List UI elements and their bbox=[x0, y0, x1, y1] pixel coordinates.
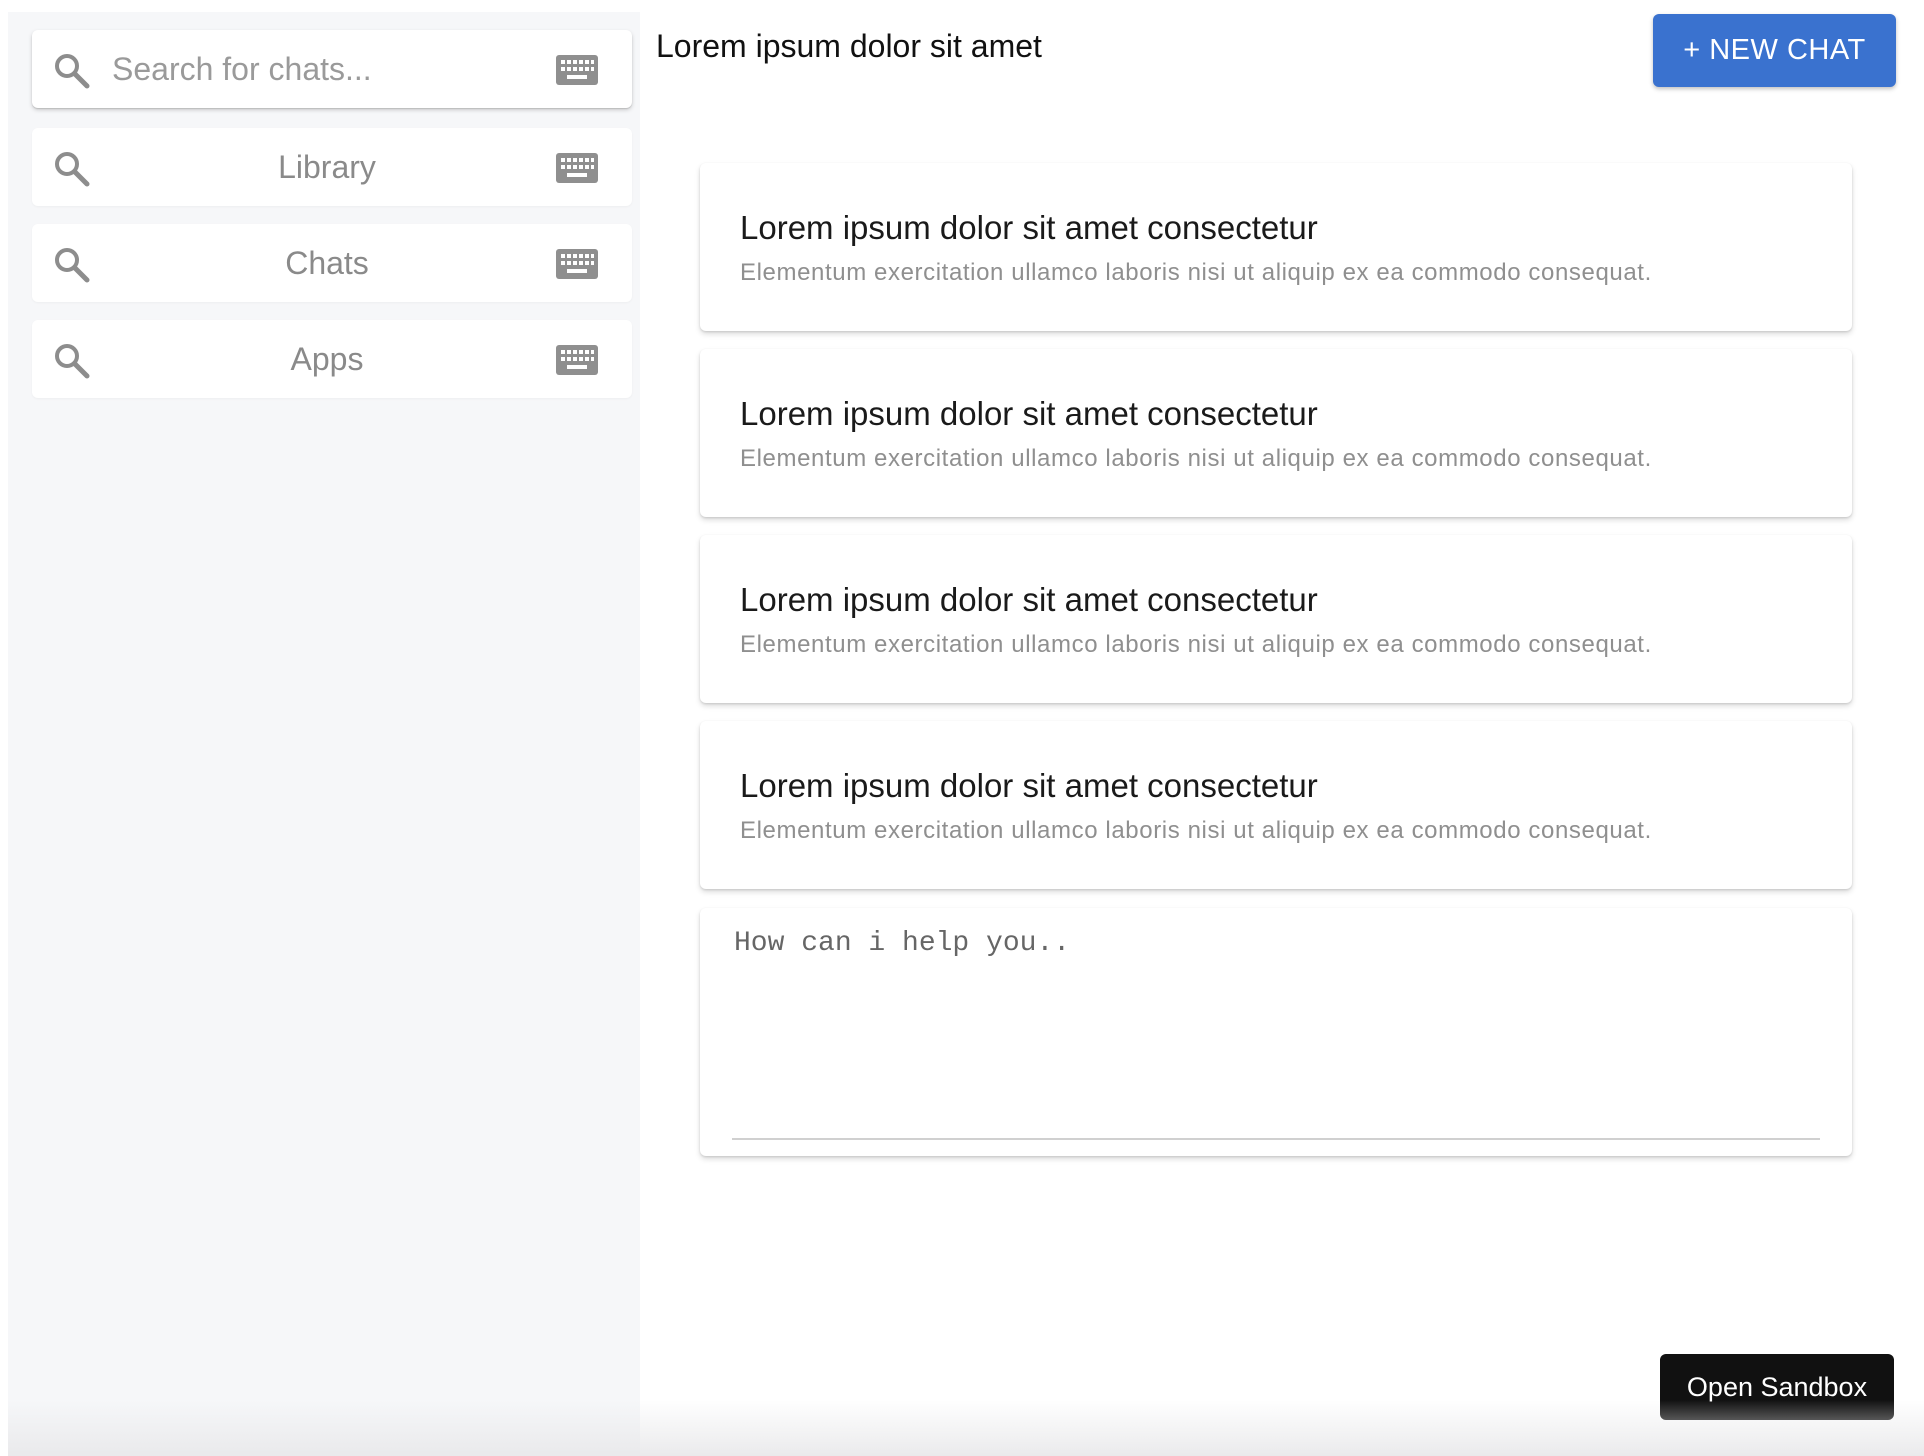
keyboard-icon[interactable] bbox=[556, 345, 598, 375]
sidebar: Library Chats Apps bbox=[8, 12, 640, 1456]
open-sandbox-button[interactable]: Open Sandbox bbox=[1660, 1354, 1894, 1420]
sidebar-item-chats[interactable]: Chats bbox=[32, 224, 632, 302]
sidebar-item-label: Chats bbox=[285, 245, 369, 281]
message-composer bbox=[700, 908, 1852, 1156]
sidebar-item-library[interactable]: Library bbox=[32, 128, 632, 206]
new-chat-button[interactable]: + NEW CHAT bbox=[1653, 14, 1896, 87]
chat-card-title: Lorem ipsum dolor sit amet consectetur bbox=[740, 209, 1318, 246]
sidebar-item-label: Library bbox=[278, 149, 376, 185]
sidebar-item-label: Apps bbox=[290, 341, 364, 377]
chat-card-subtitle: Elementum exercitation ullamco laboris n… bbox=[740, 817, 1652, 844]
chat-card[interactable]: Lorem ipsum dolor sit amet consectetur E… bbox=[700, 721, 1852, 889]
chat-card[interactable]: Lorem ipsum dolor sit amet consectetur E… bbox=[700, 163, 1852, 331]
app-window: Library Chats Apps Lorem ipsum dolor bbox=[0, 0, 1924, 1456]
keyboard-icon[interactable] bbox=[556, 249, 598, 279]
chat-card-title: Lorem ipsum dolor sit amet consectetur bbox=[740, 395, 1318, 432]
chat-card[interactable]: Lorem ipsum dolor sit amet consectetur E… bbox=[700, 535, 1852, 703]
keyboard-icon[interactable] bbox=[556, 153, 598, 183]
page-title: Lorem ipsum dolor sit amet bbox=[656, 28, 1042, 64]
chat-card-subtitle: Elementum exercitation ullamco laboris n… bbox=[740, 631, 1652, 658]
keyboard-icon[interactable] bbox=[556, 55, 598, 85]
search-input[interactable] bbox=[112, 48, 532, 90]
chat-card-title: Lorem ipsum dolor sit amet consectetur bbox=[740, 767, 1318, 804]
chat-card-title: Lorem ipsum dolor sit amet consectetur bbox=[740, 581, 1318, 618]
chat-card-subtitle: Elementum exercitation ullamco laboris n… bbox=[740, 259, 1652, 286]
window-edge bbox=[0, 0, 8, 1456]
chat-card-subtitle: Elementum exercitation ullamco laboris n… bbox=[740, 445, 1652, 472]
search-icon bbox=[52, 341, 92, 381]
input-underline bbox=[732, 1138, 1820, 1140]
search-icon bbox=[52, 149, 92, 189]
sidebar-item-apps[interactable]: Apps bbox=[32, 320, 632, 398]
sidebar-search-box[interactable] bbox=[32, 30, 632, 108]
chat-card[interactable]: Lorem ipsum dolor sit amet consectetur E… bbox=[700, 349, 1852, 517]
message-input[interactable] bbox=[734, 928, 1814, 1118]
search-icon bbox=[52, 245, 92, 285]
search-icon bbox=[52, 51, 92, 91]
